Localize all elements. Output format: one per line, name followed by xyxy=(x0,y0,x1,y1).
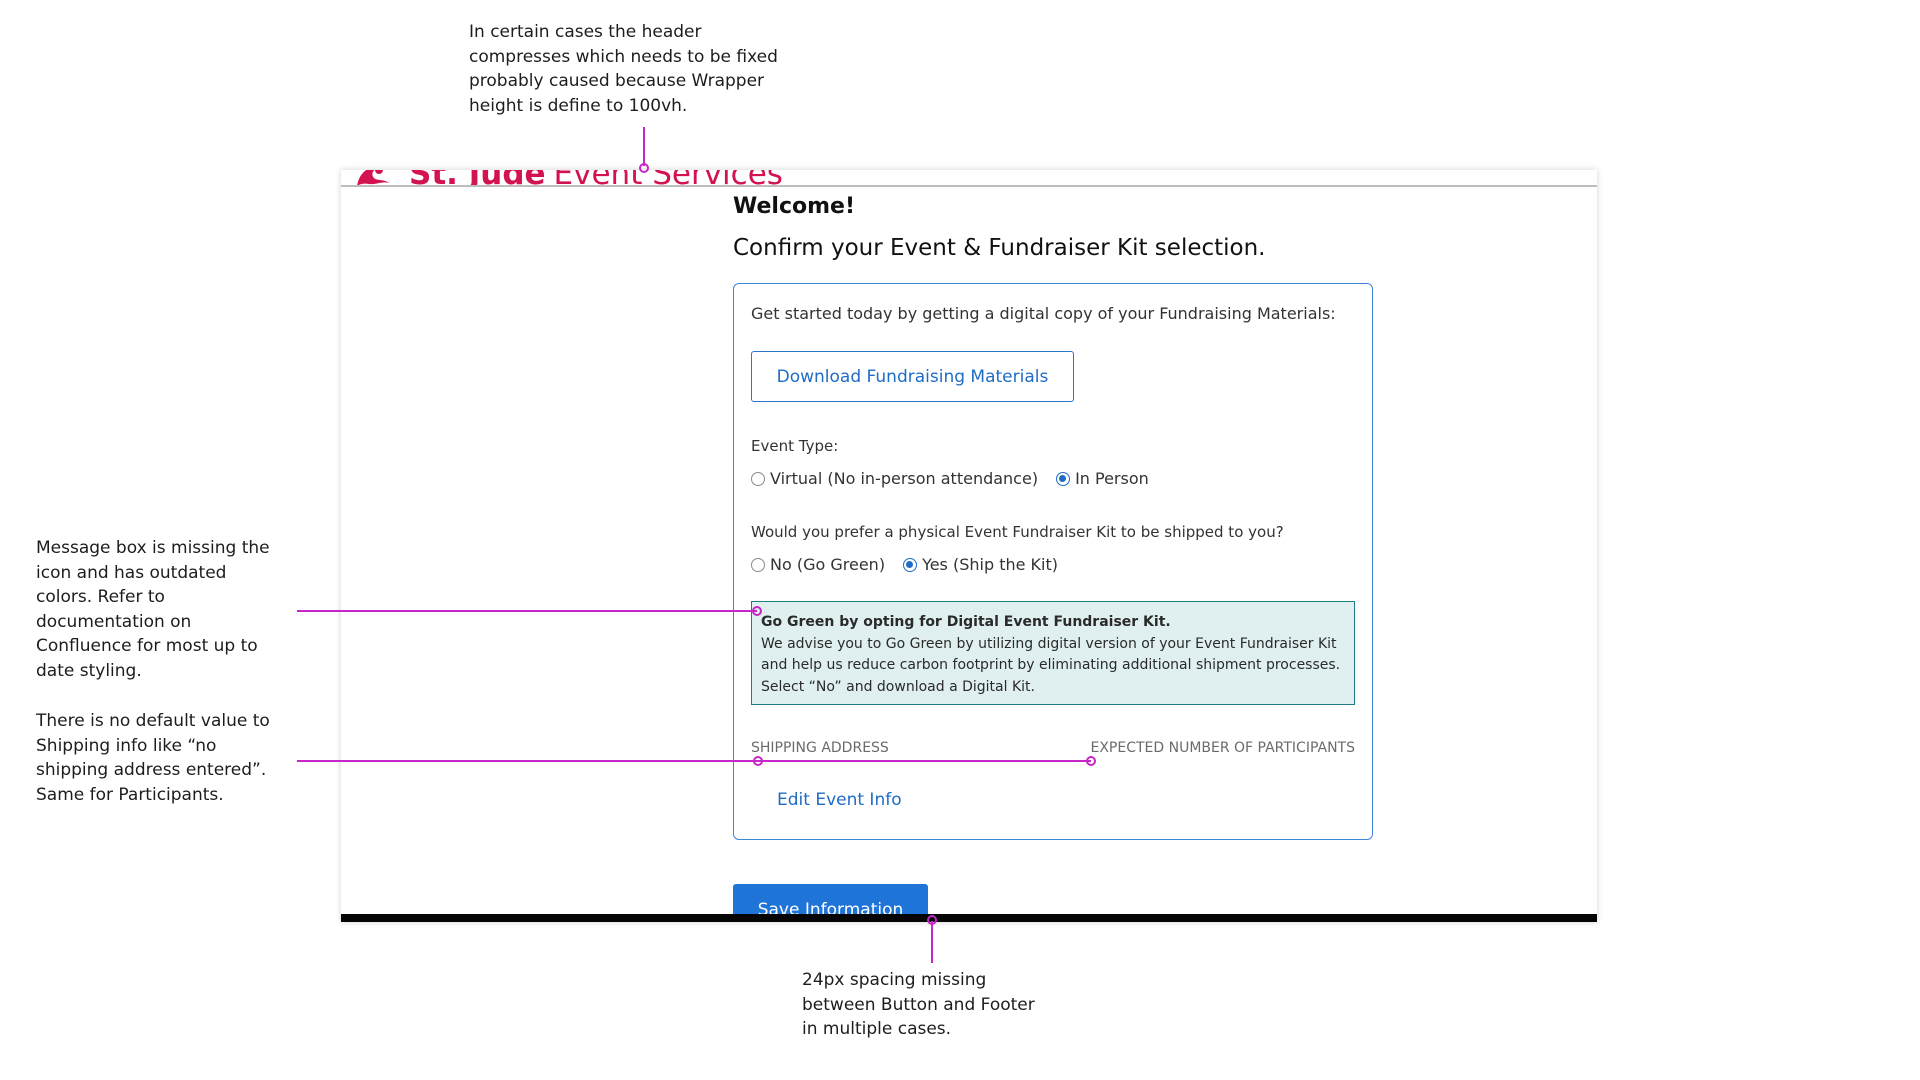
annotation-dot-participants xyxy=(1086,756,1096,766)
download-materials-button[interactable]: Download Fundraising Materials xyxy=(751,351,1074,402)
welcome-heading: Welcome! xyxy=(733,194,855,219)
annotation-spacing-note: 24px spacing missing between Button and … xyxy=(802,970,1035,1039)
annotation-dot-message xyxy=(752,606,762,616)
site-header: St. Jude Event Services xyxy=(341,170,1597,187)
kit-question: Would you prefer a physical Event Fundra… xyxy=(751,523,1284,541)
radio-go-green[interactable] xyxy=(751,557,765,572)
brand-subtitle: Event Services xyxy=(554,170,783,185)
annotation-header-note: In certain cases the header compresses w… xyxy=(469,22,778,116)
event-type-radio-group: Virtual (No in-person attendance) In Per… xyxy=(751,469,1167,488)
brand-name: St. Jude xyxy=(409,170,546,185)
annotation-message-note: Message box is missing the icon and has … xyxy=(36,538,270,681)
radio-ship-kit[interactable] xyxy=(903,557,918,572)
annotation-shipping-note: There is no default value to Shipping in… xyxy=(36,711,270,805)
radio-label-virtual: Virtual (No in-person attendance) xyxy=(770,469,1039,488)
main-content: Welcome! Confirm your Event & Fundraiser… xyxy=(733,194,1373,922)
annotation-line-message xyxy=(297,610,757,612)
radio-option-ship-kit[interactable]: Yes (Ship the Kit) xyxy=(903,555,1058,574)
radio-virtual[interactable] xyxy=(751,471,765,486)
radio-label-in-person: In Person xyxy=(1075,469,1149,488)
event-type-label: Event Type: xyxy=(751,437,839,455)
site-footer xyxy=(341,914,1597,922)
radio-option-virtual[interactable]: Virtual (No in-person attendance) xyxy=(751,469,1038,488)
annotation-line-spacing xyxy=(931,921,933,963)
annotation-dot-header xyxy=(639,163,649,173)
radio-in-person[interactable] xyxy=(1056,471,1071,486)
shipping-address-label: SHIPPING ADDRESS xyxy=(751,740,889,756)
participants-label: EXPECTED NUMBER OF PARTICIPANTS xyxy=(1090,740,1355,756)
kit-radio-group: No (Go Green) Yes (Ship the Kit) xyxy=(751,555,1076,574)
radio-label-go-green: No (Go Green) xyxy=(770,555,886,574)
go-green-message-box: Go Green by opting for Digital Event Fun… xyxy=(751,601,1355,705)
event-card: Get started today by getting a digital c… xyxy=(733,283,1373,840)
annotation-dot-spacing xyxy=(927,915,937,925)
st-jude-logo-icon xyxy=(357,170,389,185)
annotation-dot-shipping xyxy=(753,756,763,766)
page-title: Confirm your Event & Fundraiser Kit sele… xyxy=(733,235,1266,261)
intro-text: Get started today by getting a digital c… xyxy=(751,304,1336,323)
brand[interactable]: St. Jude Event Services xyxy=(355,170,783,185)
radio-label-ship-kit: Yes (Ship the Kit) xyxy=(922,555,1058,574)
app-screen: St. Jude Event Services Welcome! Confirm… xyxy=(341,170,1597,922)
radio-option-in-person[interactable]: In Person xyxy=(1056,469,1149,488)
annotation-line-header xyxy=(643,127,645,166)
message-body: We advise you to Go Green by utilizing d… xyxy=(761,635,1341,695)
radio-option-go-green[interactable]: No (Go Green) xyxy=(751,555,885,574)
edit-event-info-link[interactable]: Edit Event Info xyxy=(777,790,902,810)
annotation-line-shipping xyxy=(297,760,1091,762)
message-title: Go Green by opting for Digital Event Fun… xyxy=(761,614,1171,630)
